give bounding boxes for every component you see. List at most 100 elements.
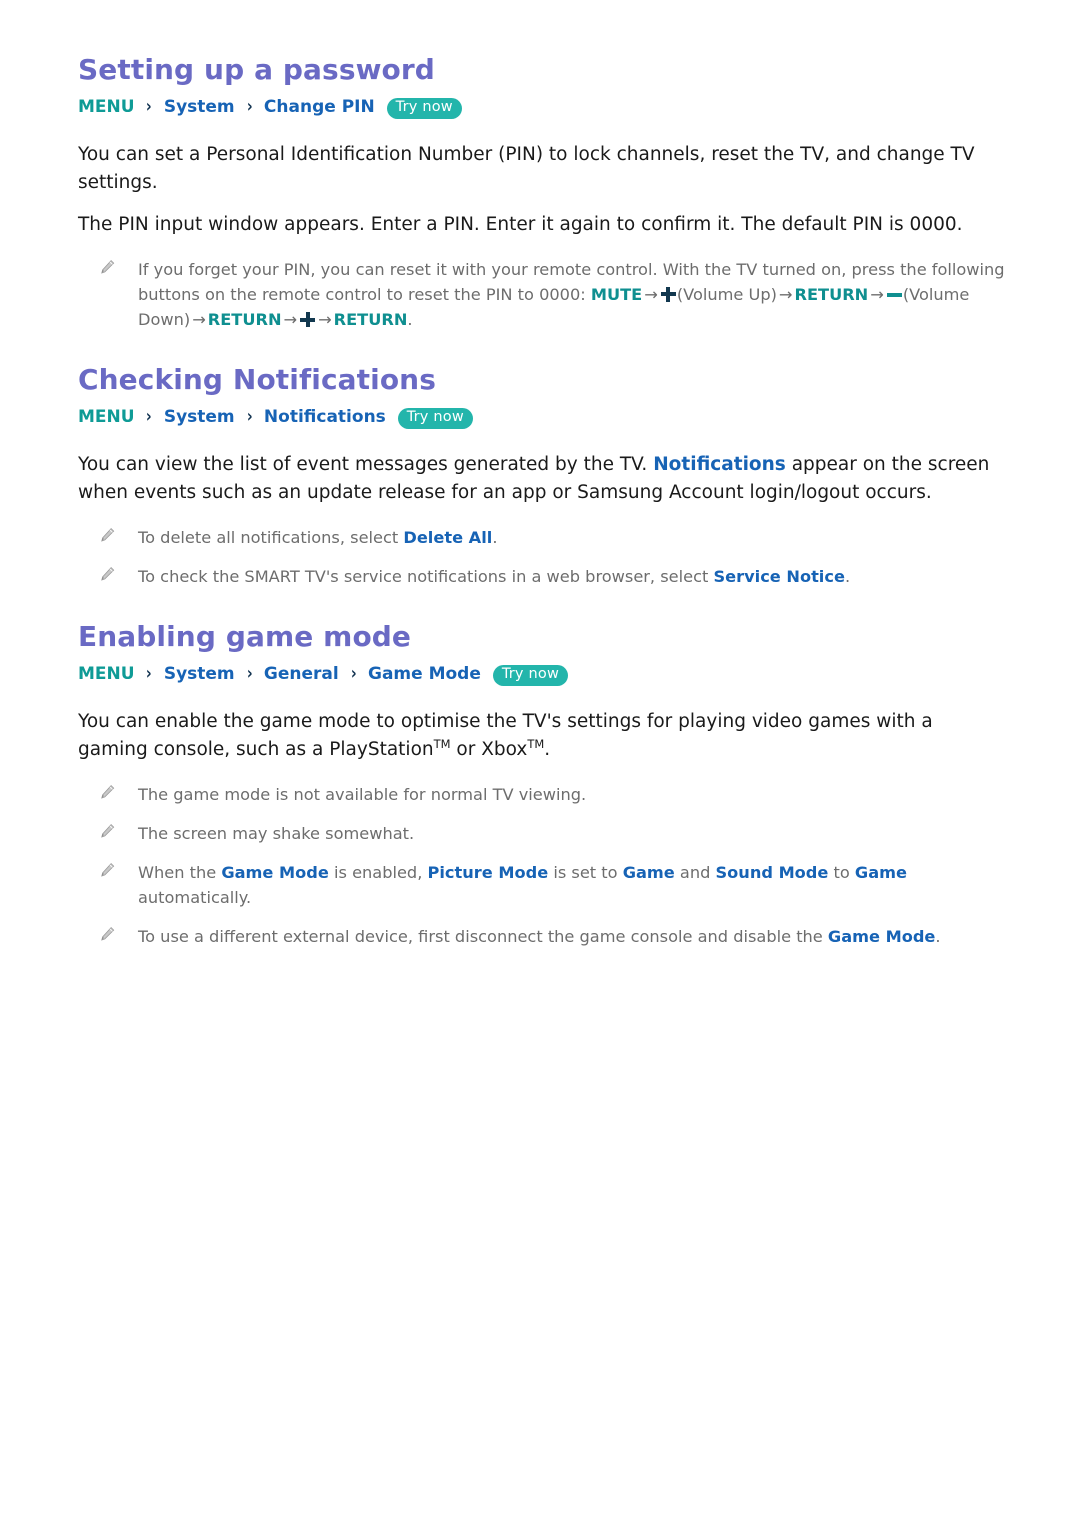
note-text-part: . <box>492 527 498 547</box>
paragraph-pin-default: The PIN input window appears. Enter a PI… <box>78 213 963 235</box>
keyword-sound-mode: Sound Mode <box>715 863 829 883</box>
breadcrumb-change-pin: MENU › System › Change PIN Try now <box>78 93 1018 121</box>
keyword-notifications: Notifications <box>653 453 786 475</box>
arrow-icon: → <box>870 284 884 304</box>
section-enabling-game-mode: Enabling game mode MENU › System › Gener… <box>78 619 1018 949</box>
note-text-part: to <box>828 863 855 883</box>
note-text-part: Down) <box>138 310 191 330</box>
note-text-part: . <box>407 310 413 330</box>
volume-down-minus-icon <box>886 292 902 297</box>
note-item: The screen may shake somewhat. <box>92 821 1018 846</box>
pencil-icon <box>98 566 116 584</box>
note-text: The screen may shake somewhat. <box>138 823 415 843</box>
note-text: To delete all notifications, select Dele… <box>138 528 497 547</box>
note-text-part: To use a different external device, firs… <box>138 927 828 947</box>
note-item: To use a different external device, firs… <box>92 924 1018 949</box>
note-text: When the Game Mode is enabled, Picture M… <box>138 863 907 907</box>
note-text-part: is set to <box>548 863 623 883</box>
note-item: The game mode is not available for norma… <box>92 782 1018 807</box>
pencil-icon <box>98 862 116 880</box>
breadcrumb-root-menu[interactable]: MENU <box>78 407 135 427</box>
arrow-icon: → <box>192 310 206 330</box>
breadcrumb-separator-icon: › <box>246 96 253 117</box>
note-text-part: . <box>935 927 941 947</box>
note-text-part: When the <box>138 863 222 883</box>
volume-down-label: (Volume <box>902 284 970 304</box>
note-text: To use a different external device, firs… <box>138 927 941 946</box>
paragraph-pin-description: You can set a Personal Identification Nu… <box>78 143 975 193</box>
section-setting-up-a-password: Setting up a password MENU › System › Ch… <box>78 52 1018 332</box>
keyword-game-mode: Game Mode <box>827 927 936 947</box>
breadcrumb-separator-icon: › <box>350 663 357 685</box>
note-text-part: is enabled, <box>328 863 428 883</box>
keyword-service-notice: Service Notice <box>713 566 845 586</box>
breadcrumb-item-game-mode[interactable]: Game Mode <box>368 664 481 684</box>
arrow-icon: → <box>644 284 658 304</box>
paragraph-text-part: or Xbox <box>450 738 528 760</box>
breadcrumb-game-mode: MENU › System › General › Game Mode Try … <box>78 660 1018 688</box>
paragraph-text-part: . <box>544 738 551 760</box>
breadcrumb-item-system[interactable]: System <box>164 664 235 684</box>
note-item: To delete all notifications, select Dele… <box>92 525 1018 550</box>
try-now-badge[interactable]: Try now <box>386 98 462 119</box>
note-text-part: To delete all notifications, select <box>138 527 404 547</box>
breadcrumb-item-system[interactable]: System <box>164 407 235 427</box>
keyword-delete-all: Delete All <box>403 527 493 547</box>
try-now-badge[interactable]: Try now <box>397 408 473 430</box>
breadcrumb-separator-icon: › <box>246 406 253 428</box>
key-mute: MUTE <box>590 284 643 304</box>
note-text: To check the SMART TV's service notifica… <box>138 567 850 586</box>
pencil-icon <box>98 784 116 802</box>
breadcrumb-separator-icon: › <box>146 96 153 117</box>
note-text: The game mode is not available for norma… <box>138 784 587 804</box>
page-title-checking-notifications: Checking Notifications <box>78 363 436 397</box>
breadcrumb-separator-icon: › <box>246 663 253 685</box>
breadcrumb-notifications: MENU › System › Notifications Try now <box>78 403 1018 431</box>
pencil-icon <box>98 823 116 841</box>
note-item: To check the SMART TV's service notifica… <box>92 564 1018 589</box>
note-text-part: To check the SMART TV's service notifica… <box>138 566 714 586</box>
breadcrumb-separator-icon: › <box>146 406 153 428</box>
breadcrumb-item-change-pin[interactable]: Change PIN <box>264 97 375 117</box>
note-text: If you forget your PIN, you can reset it… <box>138 260 1005 329</box>
volume-up-plus-icon <box>300 312 316 328</box>
arrow-icon: → <box>778 284 793 304</box>
pencil-icon <box>98 926 116 944</box>
trademark-symbol: TM <box>433 736 451 751</box>
pencil-icon <box>98 259 116 277</box>
document-page: Setting up a password MENU › System › Ch… <box>0 0 1080 949</box>
arrow-icon: → <box>318 310 332 330</box>
note-item: When the Game Mode is enabled, Picture M… <box>92 860 1018 910</box>
note-text-part: automatically. <box>138 888 252 908</box>
breadcrumb-root-menu[interactable]: MENU <box>78 664 135 684</box>
breadcrumb-item-notifications[interactable]: Notifications <box>264 407 386 427</box>
key-return: RETURN <box>333 310 408 330</box>
note-text-part: and <box>674 863 716 883</box>
paragraph-text-part: You can view the list of event messages … <box>78 453 654 475</box>
arrow-icon: → <box>283 310 298 330</box>
keyword-game-mode: Game Mode <box>221 863 329 883</box>
breadcrumb-item-system[interactable]: System <box>164 97 235 117</box>
keyword-picture-mode: Picture Mode <box>427 863 549 883</box>
paragraph-notifications-description: You can view the list of event messages … <box>78 451 998 507</box>
pencil-icon <box>98 527 116 545</box>
trademark-symbol: TM <box>527 736 545 751</box>
note-text-part: . <box>844 566 851 586</box>
breadcrumb-root-menu[interactable]: MENU <box>78 97 135 117</box>
section-checking-notifications: Checking Notifications MENU › System › N… <box>78 362 1018 589</box>
keyword-game: Game <box>854 863 907 883</box>
key-return: RETURN <box>207 310 282 330</box>
paragraph-game-mode-description: You can enable the game mode to optimise… <box>78 708 998 764</box>
volume-up-plus-icon <box>660 286 676 302</box>
note-item: If you forget your PIN, you can reset it… <box>92 257 1018 332</box>
breadcrumb-separator-icon: › <box>146 663 153 685</box>
breadcrumb-item-general[interactable]: General <box>264 664 339 684</box>
page-title-setting-up-a-password: Setting up a password <box>78 53 435 86</box>
try-now-badge[interactable]: Try now <box>492 665 569 687</box>
key-return: RETURN <box>794 284 869 304</box>
volume-up-label: (Volume Up) <box>676 284 777 304</box>
page-title-enabling-game-mode: Enabling game mode <box>78 620 412 654</box>
keyword-game: Game <box>622 863 675 883</box>
